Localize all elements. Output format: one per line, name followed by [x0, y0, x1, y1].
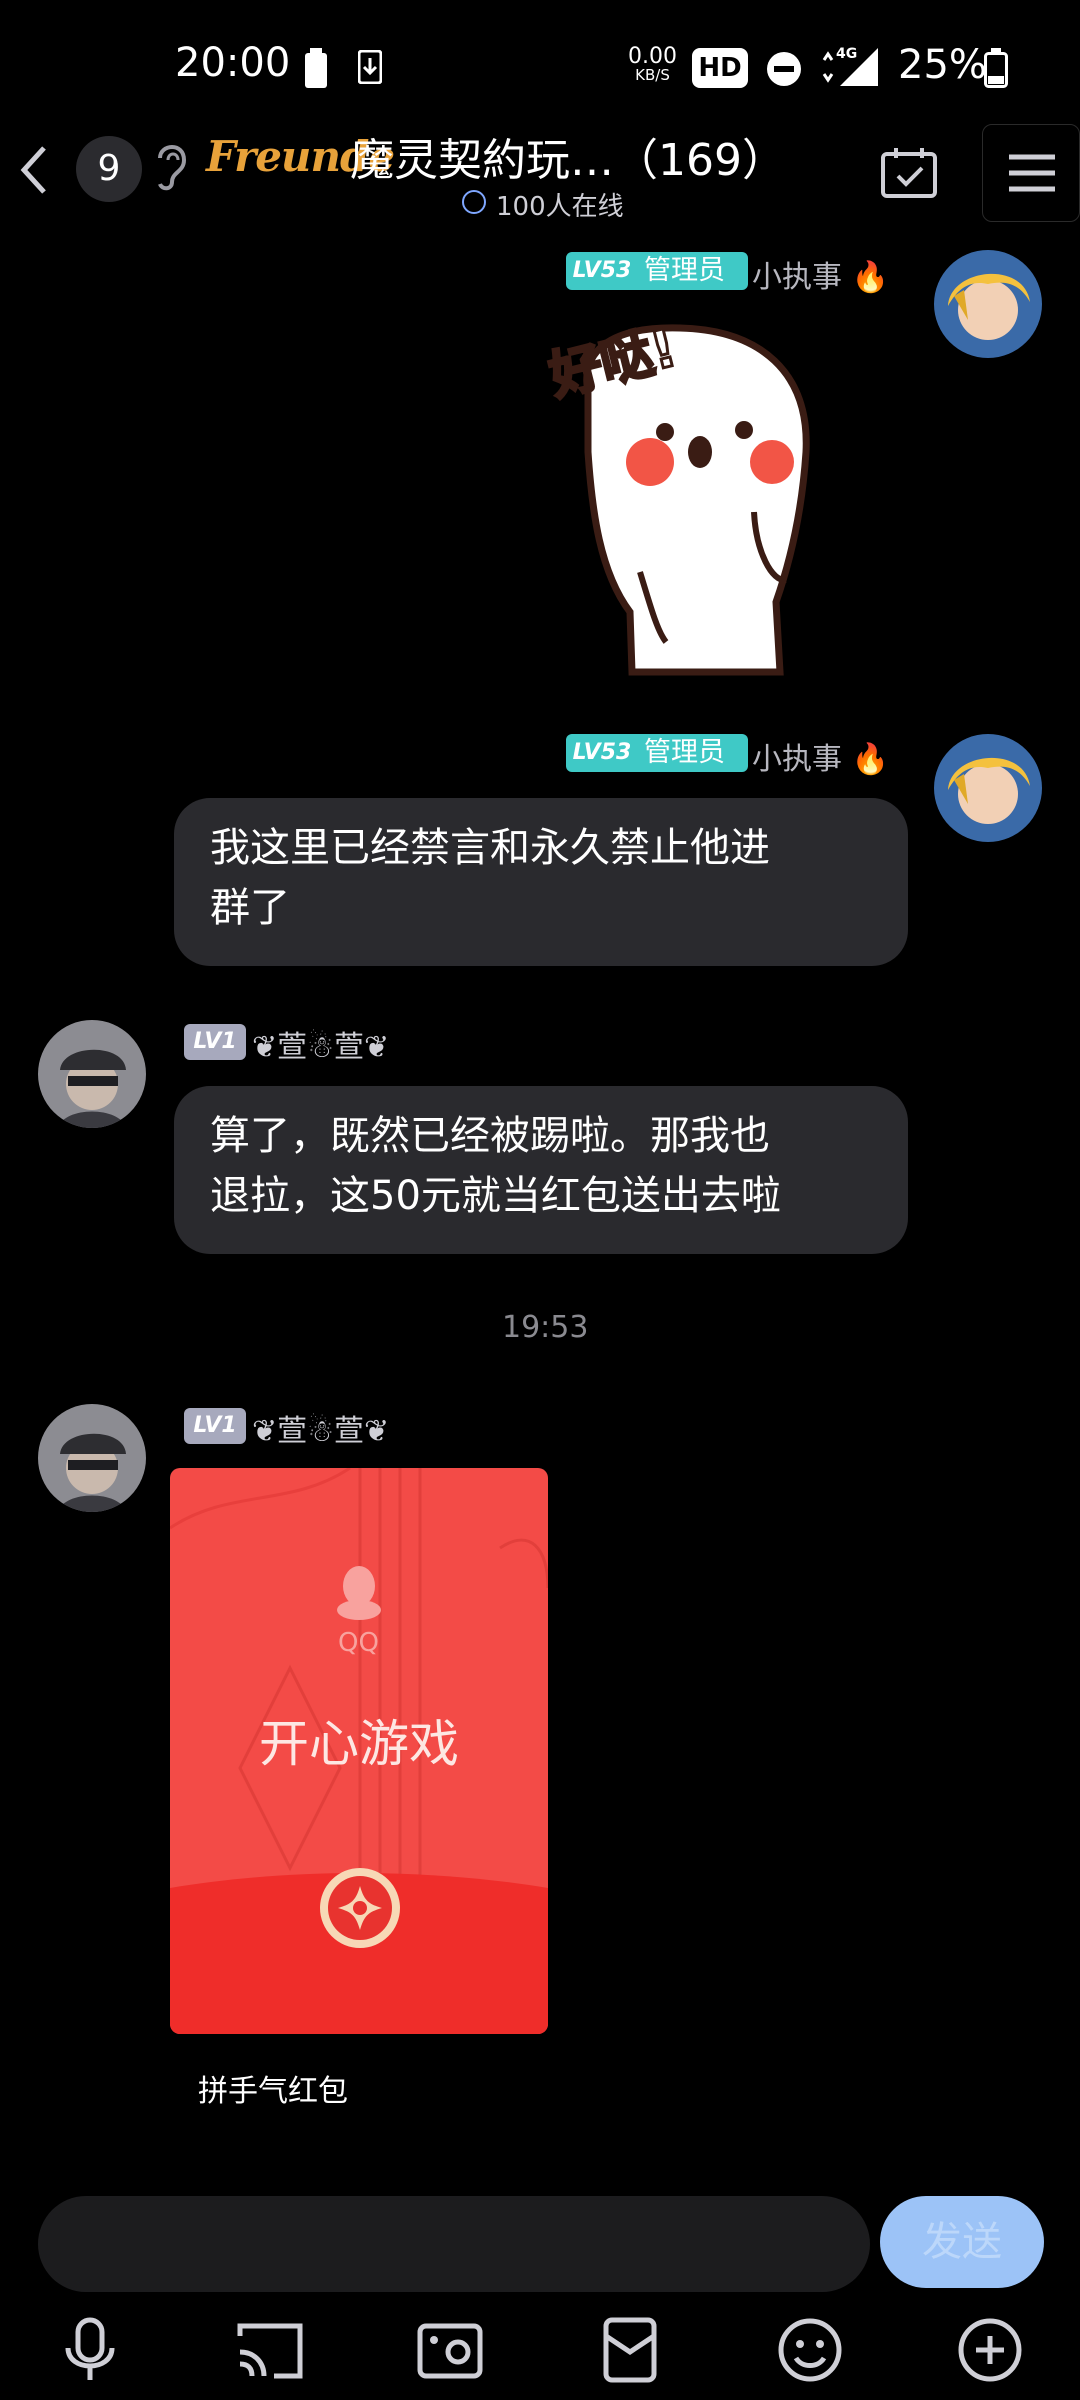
menu-button[interactable] — [982, 124, 1080, 222]
message-bubble[interactable]: 我这里已经禁言和永久禁止他进 群了 — [174, 798, 908, 966]
unread-count-badge[interactable]: 9 — [76, 136, 142, 202]
emoji-icon[interactable] — [774, 2314, 846, 2386]
message-text-line: 群了 — [210, 885, 290, 931]
sticker-message[interactable]: 好哒! — [540, 312, 840, 682]
red-packet-type-label: 拼手气红包 — [198, 2074, 348, 2109]
level-badge: LV53 — [572, 740, 632, 765]
cast-icon[interactable] — [234, 2314, 306, 2386]
role-badge: 管理员 — [644, 737, 725, 768]
avatar-person-cap — [38, 1404, 146, 1512]
network-speed: 0.00 KB/S — [628, 44, 677, 85]
level-badge: LV53 — [572, 258, 632, 283]
avatar-anime-blond — [934, 250, 1042, 358]
sender-name[interactable]: 小执事 🔥 — [752, 252, 889, 296]
sender-name[interactable]: 小执事 🔥 — [752, 734, 889, 778]
message-timestamp: 19:53 — [502, 1310, 589, 1345]
red-packet-icon[interactable] — [594, 2314, 666, 2386]
avatar-anime-blond — [934, 734, 1042, 842]
ear-icon[interactable] — [150, 138, 190, 194]
back-arrow-icon[interactable] — [14, 140, 54, 200]
red-packet-greeting: 开心游戏 — [259, 1715, 459, 1773]
role-badge: 管理员 — [644, 255, 725, 286]
level-badge: LV1 — [184, 1024, 246, 1060]
message-text-line: 退拉，这50元就当红包送出去啦 — [210, 1173, 781, 1219]
microphone-icon[interactable] — [54, 2314, 126, 2386]
hamburger-menu-icon — [1009, 154, 1055, 192]
message-text-line: 算了，既然已经被踢啦。那我也 — [210, 1113, 770, 1159]
battery-saver-icon — [305, 48, 327, 88]
chat-header: 9 Freunde 魔灵契約玩…（169） 100人在线 — [0, 120, 1080, 230]
message-bubble[interactable]: 算了，既然已经被踢啦。那我也 退拉，这50元就当红包送出去啦 — [174, 1086, 908, 1254]
online-check-icon — [462, 190, 486, 214]
sender-name[interactable]: ❦萱☃萱❦ — [252, 1022, 389, 1066]
message-input[interactable] — [38, 2196, 870, 2292]
net-speed-value: 0.00 — [628, 44, 677, 69]
avatar[interactable] — [38, 1020, 146, 1128]
battery-icon — [984, 48, 1008, 88]
sender-name[interactable]: ❦萱☃萱❦ — [252, 1406, 389, 1450]
avatar[interactable] — [934, 734, 1042, 842]
battery-percent: 25% — [898, 42, 987, 88]
do-not-disturb-icon — [767, 52, 801, 86]
avatar[interactable] — [934, 250, 1042, 358]
message-text-line: 我这里已经禁言和永久禁止他进 — [210, 825, 770, 871]
net-speed-unit: KB/S — [635, 66, 670, 84]
download-icon — [358, 50, 382, 84]
red-packet-card[interactable]: QQ 开心游戏 — [170, 1468, 548, 2034]
signal-icon — [822, 48, 878, 86]
status-time: 20:00 — [175, 40, 291, 86]
send-button[interactable]: 发送 — [880, 2196, 1044, 2288]
avatar-person-cap — [38, 1020, 146, 1128]
status-bar: 20:00 0.00 KB/S HD 4G 25% — [0, 0, 1080, 130]
hd-badge: HD — [692, 48, 748, 88]
qq-penguin-icon — [337, 1566, 381, 1620]
calendar-checkin-icon[interactable] — [880, 144, 938, 200]
camera-icon[interactable] — [414, 2314, 486, 2386]
red-packet-open-icon[interactable] — [318, 1866, 402, 1950]
admin-tag: LV53 管理员 — [566, 734, 748, 772]
level-badge: LV1 — [184, 1408, 246, 1444]
red-packet-brand: QQ — [338, 1628, 379, 1658]
plus-icon[interactable] — [954, 2314, 1026, 2386]
avatar[interactable] — [38, 1404, 146, 1512]
admin-tag: LV53 管理员 — [566, 252, 748, 290]
online-count: 100人在线 — [496, 192, 624, 222]
group-title[interactable]: 魔灵契約玩…（169） — [350, 124, 786, 188]
